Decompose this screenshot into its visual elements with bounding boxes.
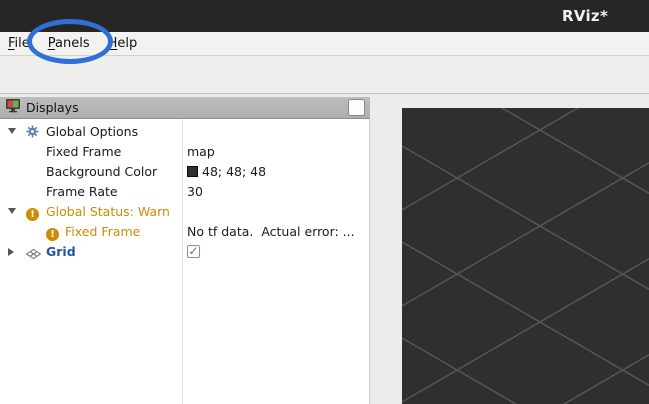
menu-help[interactable]: Help — [99, 34, 147, 54]
toolbar: Interact Move Camera Select Focus Camera — [0, 56, 649, 94]
expander-icon[interactable] — [8, 128, 16, 134]
window-titlebar[interactable]: RViz* — [0, 0, 649, 32]
viewport-grid — [402, 108, 649, 404]
row-label: Background Color — [46, 164, 157, 179]
color-swatch — [187, 166, 198, 177]
main-area: Displays Global Options Fixed Frame map — [0, 95, 649, 404]
row-label: Fixed Frame — [46, 144, 121, 159]
warning-icon: ! — [46, 225, 59, 241]
tree-row-fixed-frame[interactable]: Fixed Frame map — [0, 142, 369, 162]
row-label: Grid — [46, 244, 76, 259]
grid-enabled-checkbox[interactable]: ✓ — [187, 245, 200, 258]
panel-title: Displays — [26, 100, 79, 115]
row-label: Global Options — [46, 124, 138, 139]
monitor-icon — [5, 98, 21, 117]
warning-icon: ! — [26, 205, 39, 221]
tree-row-background-color[interactable]: Background Color 48; 48; 48 — [0, 162, 369, 182]
menu-bar: File Panels Help — [0, 32, 649, 56]
panel-float-button[interactable] — [348, 99, 365, 116]
tree-row-grid[interactable]: Grid ✓ — [0, 242, 369, 262]
tree-row-frame-rate[interactable]: Frame Rate 30 — [0, 182, 369, 202]
rviz-window: RViz* File Panels Help Interact Move Cam… — [0, 0, 649, 404]
row-label: Global Status: Warn — [46, 204, 170, 219]
render-viewport-3d[interactable] — [402, 108, 649, 404]
menu-panels[interactable]: Panels — [39, 34, 99, 54]
displays-tree: Global Options Fixed Frame map Backgroun… — [0, 119, 369, 404]
row-value[interactable]: 48; 48; 48 — [187, 164, 266, 179]
displays-panel-header[interactable]: Displays — [0, 97, 370, 119]
displays-panel: Displays Global Options Fixed Frame map — [0, 97, 370, 404]
row-value: No tf data. Actual error: ... — [187, 224, 355, 239]
expander-icon[interactable] — [8, 208, 16, 214]
checkmark-icon: ✓ — [188, 244, 198, 258]
row-value[interactable]: map — [187, 144, 215, 159]
menu-file[interactable]: File — [8, 34, 39, 54]
grid-display-icon — [26, 247, 41, 262]
tree-row-fixed-frame-status[interactable]: ! Fixed Frame No tf data. Actual error: … — [0, 222, 369, 242]
tree-row-global-options[interactable]: Global Options — [0, 122, 369, 142]
expander-icon[interactable] — [8, 248, 14, 256]
tree-row-global-status[interactable]: ! Global Status: Warn — [0, 202, 369, 222]
row-label: Frame Rate — [46, 184, 118, 199]
row-value[interactable]: 30 — [187, 184, 203, 199]
gear-icon — [26, 125, 39, 141]
window-title: RViz* — [562, 7, 608, 25]
row-label: Fixed Frame — [65, 224, 140, 239]
